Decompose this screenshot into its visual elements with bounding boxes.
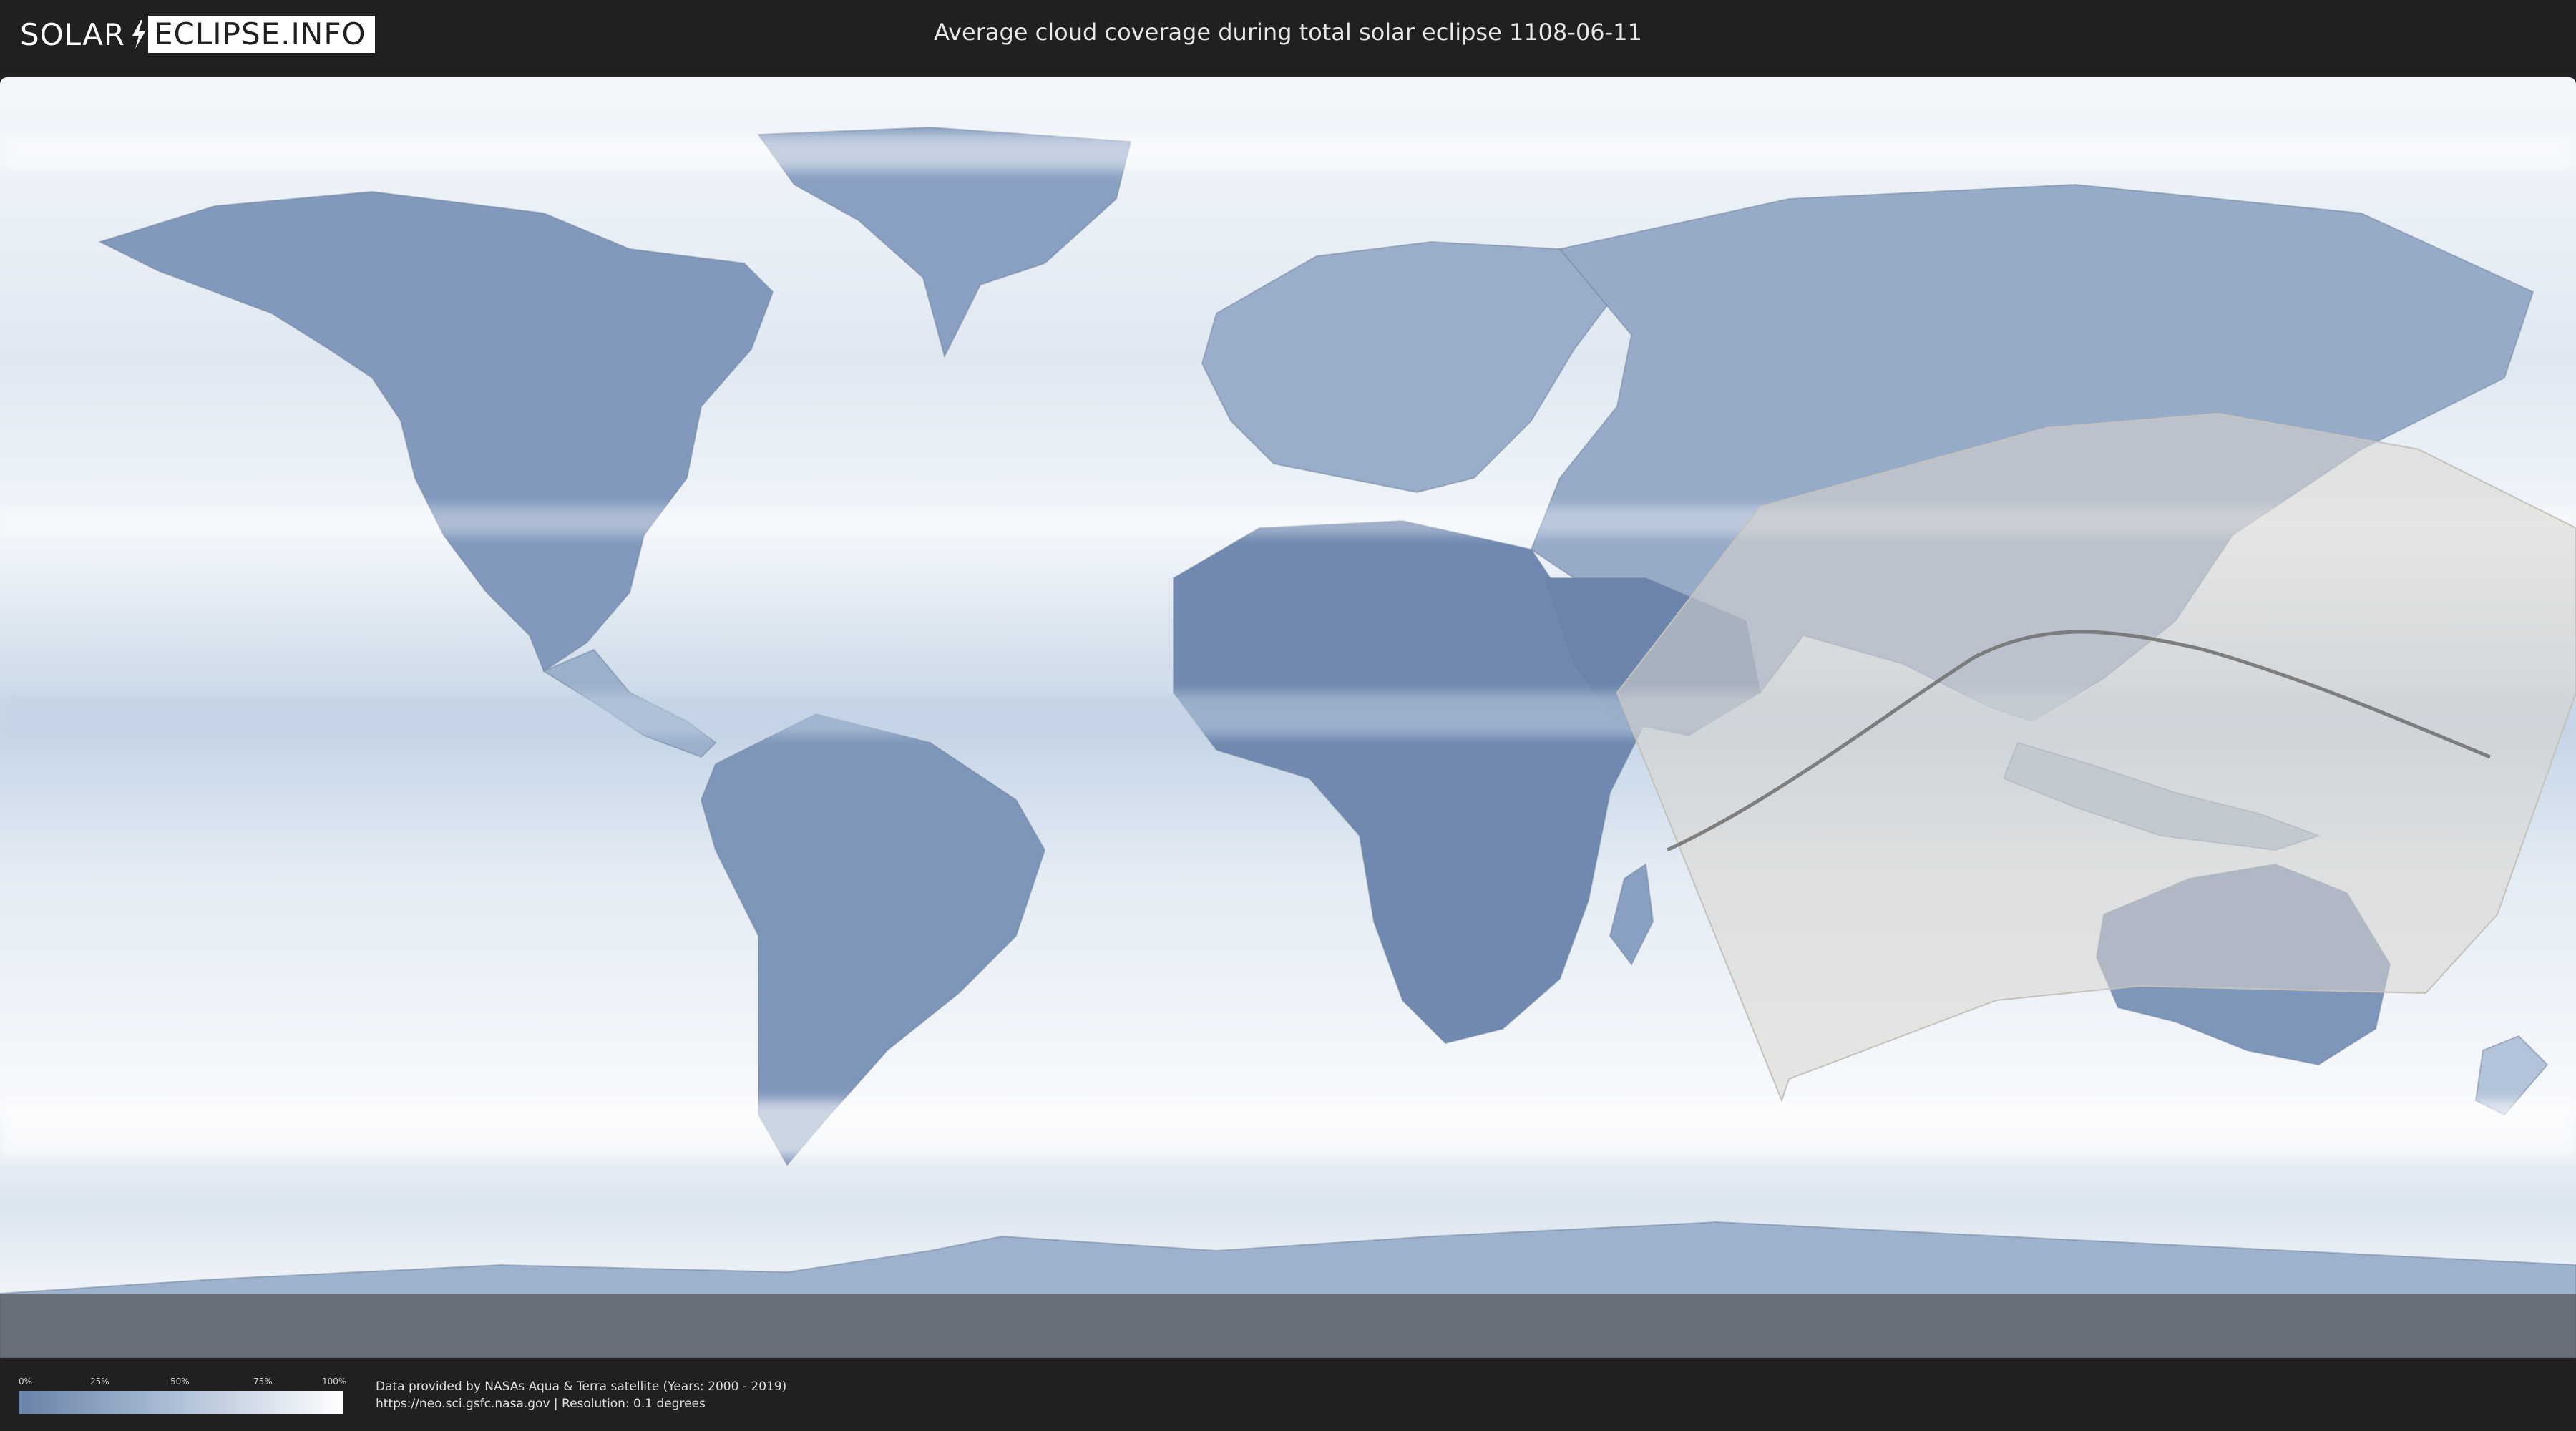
legend-tick-25: 25% <box>90 1377 109 1387</box>
legend-tick-0: 0% <box>19 1377 33 1387</box>
page-title: Average cloud coverage during total sola… <box>934 19 1642 46</box>
credit-line-2: https://neo.sci.gsfc.nasa.gov | Resoluti… <box>376 1397 706 1411</box>
legend-color-bar <box>19 1391 343 1414</box>
legend-tick-75: 75% <box>253 1377 273 1387</box>
legend-tick-labels: 0% 25% 50% 75% 100% <box>19 1377 347 1388</box>
credit-line-1: Data provided by NASAs Aqua & Terra sate… <box>376 1379 787 1394</box>
header-bar: SOLAR ECLIPSE.INFO Average cloud coverag… <box>0 0 2576 72</box>
legend-tick-100: 100% <box>322 1377 347 1387</box>
world-map <box>0 77 2576 1358</box>
no-data-region <box>0 1294 2576 1358</box>
legend-tick-50: 50% <box>170 1377 190 1387</box>
data-credit: Data provided by NASAs Aqua & Terra sate… <box>376 1378 786 1412</box>
cloud-coverage-map[interactable] <box>0 77 2576 1358</box>
